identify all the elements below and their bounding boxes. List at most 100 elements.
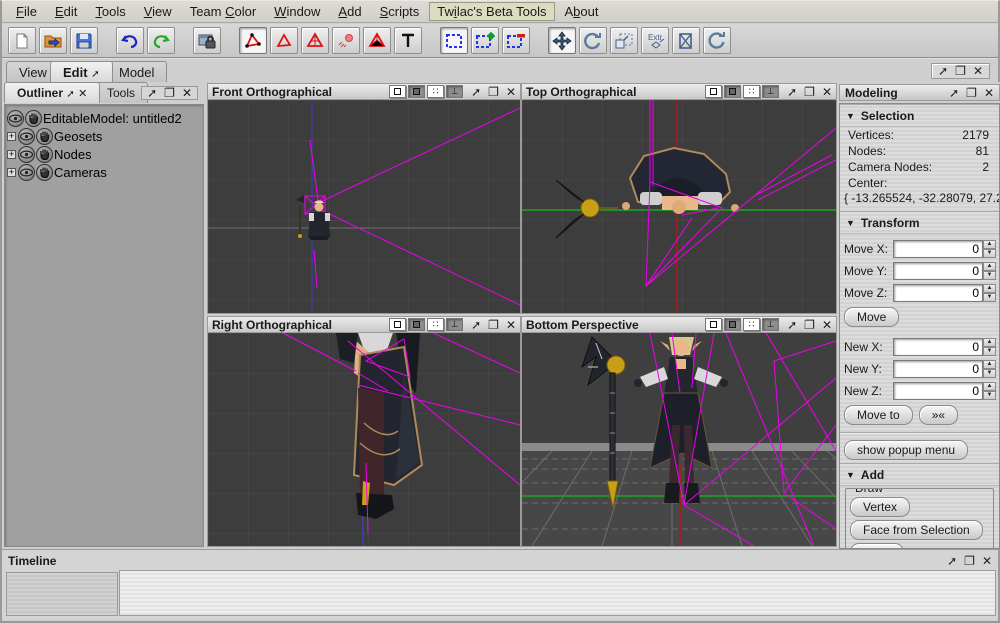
grid-dots-toggle[interactable]: ∷ [743, 318, 761, 331]
vertex-button[interactable]: Vertex [850, 497, 911, 517]
ortho-toggle[interactable]: ⊥ [446, 318, 464, 331]
float-icon[interactable]: ➚ [147, 87, 157, 99]
timeline-track-area[interactable] [119, 570, 996, 616]
maximize-icon[interactable]: ❐ [955, 65, 966, 77]
transform-section-header[interactable]: ▼ Transform [840, 211, 999, 234]
grid-dots-toggle[interactable]: ∷ [427, 85, 445, 98]
spin-up-icon[interactable]: ▲ [983, 360, 996, 369]
tree-item-geosets[interactable]: + Geosets [7, 127, 201, 145]
move-z-input[interactable] [893, 284, 983, 302]
close-icon[interactable]: ✕ [822, 319, 832, 331]
tab-edit[interactable]: Edit ➚ [50, 61, 113, 82]
select-button[interactable] [440, 27, 468, 54]
expand-plus-icon[interactable]: + [7, 131, 16, 141]
maximize-icon[interactable]: ❐ [488, 86, 499, 98]
maximize-icon[interactable]: ❐ [164, 87, 175, 99]
menu-edit[interactable]: Edit [47, 2, 85, 21]
close-icon[interactable]: ✕ [182, 87, 192, 99]
selection-section-header[interactable]: ▼ Selection [840, 104, 999, 127]
visibility-eye-icon[interactable] [18, 163, 35, 181]
spin-up-icon[interactable]: ▲ [983, 240, 996, 249]
move-button[interactable]: Move [844, 307, 900, 327]
lock-hand-icon[interactable] [25, 109, 42, 127]
ortho-toggle[interactable]: ⊥ [762, 318, 780, 331]
spin-down-icon[interactable]: ▼ [983, 391, 996, 400]
ortho-toggle[interactable]: ⊥ [762, 85, 780, 98]
tree-item-cameras[interactable]: + Cameras [7, 163, 201, 181]
close-icon[interactable]: ✕ [982, 555, 992, 567]
spin-down-icon[interactable]: ▼ [983, 271, 996, 280]
grid-dots-toggle[interactable]: ∷ [743, 85, 761, 98]
ortho-toggle[interactable]: ⊥ [446, 85, 464, 98]
wireframe-toggle[interactable] [389, 85, 407, 98]
rotate-tool-button[interactable] [579, 27, 607, 54]
new-file-button[interactable] [8, 27, 36, 54]
swap-coords-button[interactable]: »« [918, 405, 959, 425]
add-section-header[interactable]: ▼ Add [840, 463, 999, 486]
viewport-right-canvas[interactable] [207, 333, 521, 547]
text-mode-button[interactable] [394, 27, 422, 54]
new-x-input[interactable] [893, 338, 983, 356]
close-icon[interactable]: ✕ [78, 88, 87, 100]
viewport-top-header[interactable]: Top Orthographical ∷ ⊥ ➚ ❐ ✕ [521, 83, 837, 100]
float-icon[interactable]: ➚ [947, 555, 957, 567]
move-to-button[interactable]: Move to [844, 405, 913, 425]
snapshot-lock-button[interactable] [193, 27, 221, 54]
remove-selection-button[interactable] [502, 27, 530, 54]
viewport-perspective-header[interactable]: Bottom Perspective ∷ ⊥ ➚ ❐ ✕ [521, 316, 837, 333]
close-icon[interactable]: ✕ [506, 86, 516, 98]
vertex-mode-button[interactable] [239, 27, 267, 54]
visibility-eye-icon[interactable] [7, 109, 24, 127]
maximize-icon[interactable]: ❐ [804, 86, 815, 98]
viewport-front-header[interactable]: Front Orthographical ∷ ⊥ ➚ ❐ ✕ [207, 83, 521, 100]
spin-up-icon[interactable]: ▲ [983, 382, 996, 391]
close-icon[interactable]: ✕ [973, 65, 983, 77]
extrude-normal-tool-button[interactable] [672, 27, 700, 54]
float-icon[interactable]: ➚ [91, 69, 99, 80]
tab-model[interactable]: Model [106, 61, 168, 82]
tree-item-nodes[interactable]: + Nodes [7, 145, 201, 163]
new-y-input[interactable] [893, 360, 983, 378]
float-icon[interactable]: ➚ [787, 319, 797, 331]
rotate-free-tool-button[interactable] [703, 27, 731, 54]
menu-view[interactable]: View [136, 2, 180, 21]
menu-team-color[interactable]: Team Color [182, 2, 264, 21]
tab-tools[interactable]: Tools [94, 82, 149, 103]
edge-mode-button[interactable] [270, 27, 298, 54]
maximize-icon[interactable]: ❐ [804, 319, 815, 331]
spin-down-icon[interactable]: ▼ [983, 369, 996, 378]
float-icon[interactable]: ➚ [471, 86, 481, 98]
float-icon[interactable]: ➚ [949, 87, 959, 99]
tree-item-editablemodel[interactable]: EditableModel: untitled2 [7, 109, 201, 127]
spin-down-icon[interactable]: ▼ [983, 293, 996, 302]
float-icon[interactable]: ➚ [66, 89, 74, 100]
shaded-toggle[interactable] [724, 85, 742, 98]
viewport-top-canvas[interactable] [521, 100, 837, 314]
menu-tools[interactable]: Tools [87, 2, 133, 21]
extrude-tool-button[interactable]: Extr [641, 27, 669, 54]
viewport-front-canvas[interactable] [207, 100, 521, 314]
close-icon[interactable]: ✕ [506, 319, 516, 331]
wireframe-toggle[interactable] [705, 318, 723, 331]
float-icon[interactable]: ➚ [471, 319, 481, 331]
wireframe-toggle[interactable] [389, 318, 407, 331]
scale-tool-button[interactable] [610, 27, 638, 54]
menu-twilacs-beta-tools[interactable]: Twilac's Beta Tools [429, 2, 555, 21]
float-icon[interactable]: ➚ [787, 86, 797, 98]
open-file-button[interactable] [39, 27, 67, 54]
expand-plus-icon[interactable]: + [7, 149, 16, 159]
maximize-icon[interactable]: ❐ [966, 87, 977, 99]
lock-hand-icon[interactable] [36, 127, 53, 145]
redo-button[interactable] [147, 27, 175, 54]
lock-hand-icon[interactable] [36, 145, 53, 163]
viewport-right-header[interactable]: Right Orthographical ∷ ⊥ ➚ ❐ ✕ [207, 316, 521, 333]
spin-up-icon[interactable]: ▲ [983, 284, 996, 293]
shaded-toggle[interactable] [408, 85, 426, 98]
maximize-icon[interactable]: ❐ [488, 319, 499, 331]
spin-up-icon[interactable]: ▲ [983, 262, 996, 271]
add-selection-button[interactable] [471, 27, 499, 54]
save-button[interactable] [70, 27, 98, 54]
move-tool-button[interactable] [548, 27, 576, 54]
menu-scripts[interactable]: Scripts [372, 2, 428, 21]
spin-down-icon[interactable]: ▼ [983, 347, 996, 356]
